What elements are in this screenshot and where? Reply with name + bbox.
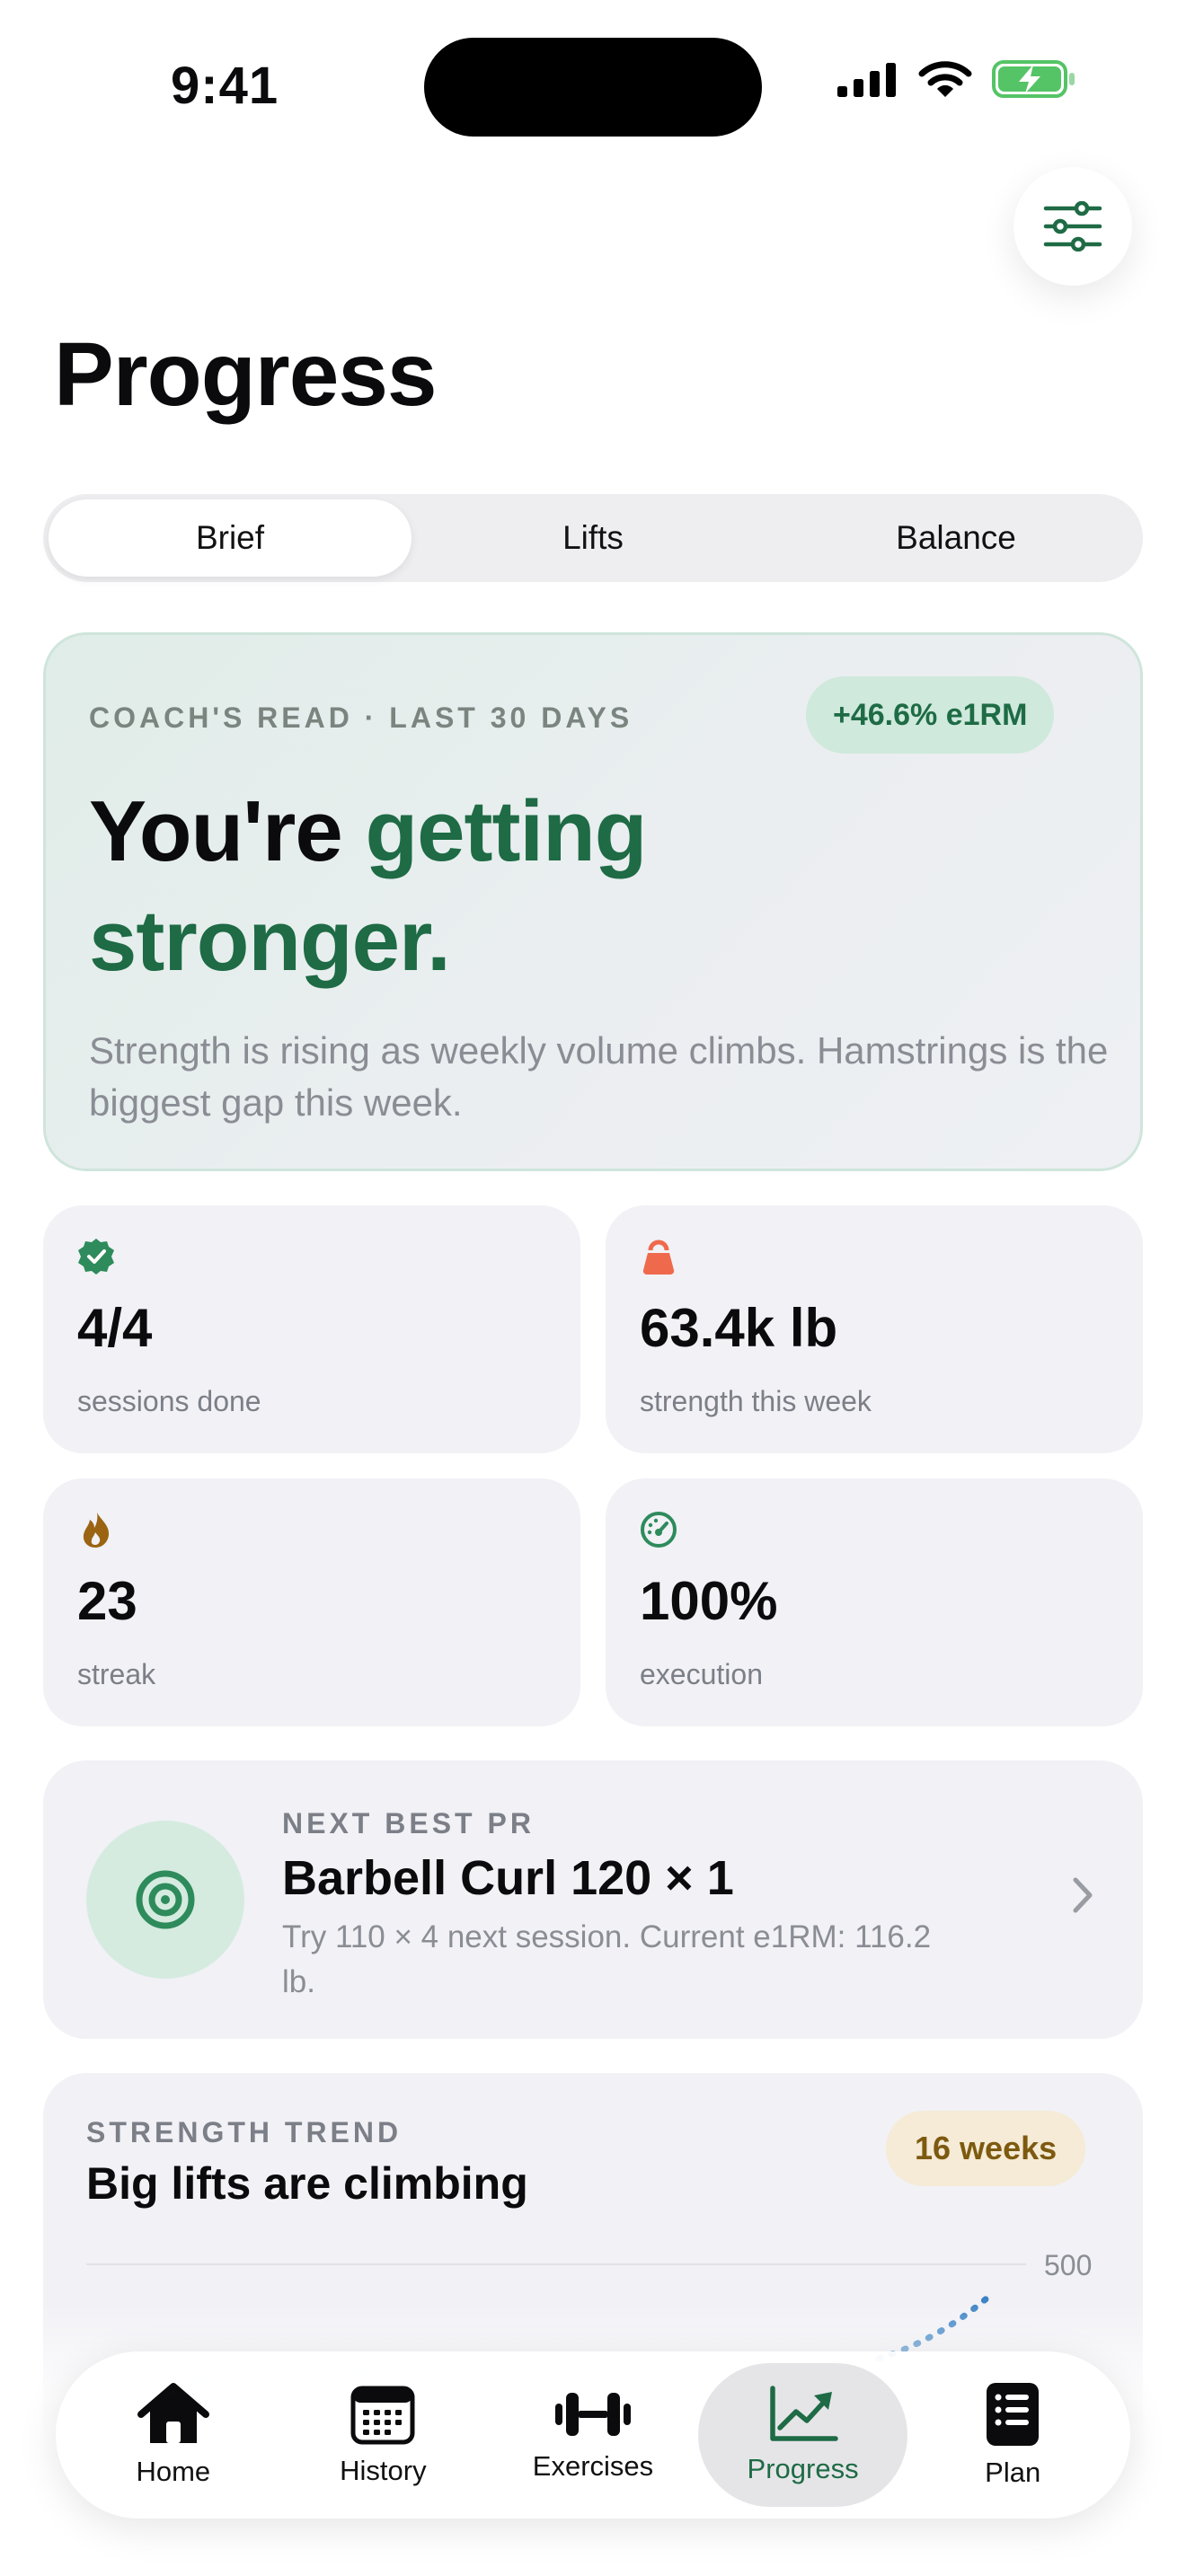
status-time: 9:41 (171, 57, 279, 115)
e1rm-change-badge: +46.6% e1RM (806, 676, 1055, 754)
tab-label: Plan (985, 2457, 1041, 2488)
stat-value: 100% (640, 1571, 778, 1631)
pr-icon-circle (86, 1821, 244, 1979)
stat-card-execution[interactable]: 100% execution (606, 1478, 1143, 1726)
tab-bar: Home History Exercises Progress Plan (56, 2351, 1130, 2519)
coach-headline: You're getting stronger. (89, 777, 898, 996)
target-icon (136, 1870, 195, 1929)
stat-card-strength[interactable]: 63.4k lb strength this week (606, 1205, 1143, 1453)
cellular-signal-icon (837, 63, 896, 97)
next-pr-suggestion: Try 110 × 4 next session. Current e1RM: … (282, 1919, 932, 1999)
coach-headline-plain: You're (89, 783, 343, 879)
stat-value: 23 (77, 1571, 137, 1631)
stat-card-sessions[interactable]: 4/4 sessions done (43, 1205, 580, 1453)
segment-lifts[interactable]: Lifts (412, 499, 774, 577)
stat-label: strength this week (640, 1385, 872, 1417)
list-icon (987, 2383, 1040, 2446)
chart-up-icon (769, 2386, 838, 2441)
battery-charging-icon (992, 60, 1075, 98)
filter-button[interactable] (1013, 167, 1132, 286)
tab-label: Progress (747, 2453, 859, 2484)
tab-progress[interactable]: Progress (697, 2363, 908, 2507)
stat-label: sessions done (77, 1385, 261, 1417)
tab-label: Exercises (532, 2450, 654, 2482)
stat-card-streak[interactable]: 23 streak (43, 1478, 580, 1726)
tab-home[interactable]: Home (68, 2363, 279, 2507)
gauge-icon (641, 1512, 677, 1548)
flame-icon (83, 1513, 110, 1548)
stat-value: 4/4 (77, 1298, 153, 1358)
next-pr-card[interactable]: NEXT BEST PR Barbell Curl 120 × 1 Try 11… (43, 1760, 1143, 2039)
stat-label: execution (640, 1658, 763, 1690)
segment-brief[interactable]: Brief (49, 499, 412, 577)
chevron-right-icon (1073, 1877, 1093, 1913)
page-title: Progress (54, 324, 438, 425)
tab-history[interactable]: History (279, 2363, 489, 2507)
wifi-icon (918, 61, 972, 97)
check-badge-icon (78, 1239, 114, 1275)
tab-exercises[interactable]: Exercises (488, 2363, 698, 2507)
tab-label: History (340, 2455, 427, 2486)
segment-balance[interactable]: Balance (774, 499, 1137, 577)
coach-read-label: COACH'S READ · LAST 30 DAYS (89, 701, 633, 734)
dumbbell-icon (554, 2393, 631, 2436)
status-icons (836, 59, 1076, 99)
stat-label: streak (77, 1658, 156, 1690)
coach-summary: Strength is rising as weekly volume clim… (89, 1029, 1109, 1124)
tab-plan[interactable]: Plan (907, 2363, 1118, 2507)
next-pr-label: NEXT BEST PR (282, 1807, 535, 1839)
next-pr-title: Barbell Curl 120 × 1 (282, 1851, 734, 1905)
stat-value: 63.4k lb (640, 1298, 838, 1358)
calendar-icon (350, 2386, 415, 2445)
kettlebell-icon (642, 1239, 675, 1275)
segmented-control: Brief Lifts Balance (43, 494, 1143, 582)
house-icon (137, 2383, 209, 2443)
sliders-icon (1043, 201, 1102, 251)
tab-label: Home (136, 2456, 211, 2487)
dynamic-island (424, 38, 762, 137)
coach-read-card: COACH'S READ · LAST 30 DAYS +46.6% e1RM … (43, 632, 1143, 1171)
